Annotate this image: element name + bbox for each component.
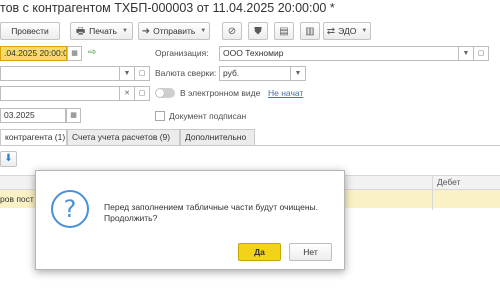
- report-icon: ▤: [279, 25, 289, 37]
- attach-button[interactable]: ⊘: [222, 22, 242, 40]
- period-date-field[interactable]: 03.2025: [0, 108, 66, 123]
- open-icon[interactable]: ▢: [135, 86, 150, 101]
- chevron-down-icon[interactable]: ▼: [120, 66, 135, 81]
- chevron-down-icon: ▼: [361, 28, 368, 34]
- counterparty-field[interactable]: [0, 66, 120, 81]
- send-button[interactable]: ➜ Отправить ▼: [138, 22, 210, 40]
- post-button[interactable]: Провести: [0, 22, 60, 40]
- tab-accounts[interactable]: Счета учета расчетов (9): [67, 129, 180, 145]
- start-link[interactable]: Не начат: [268, 88, 303, 98]
- refresh-date-icon[interactable]: ⇨: [88, 47, 96, 58]
- shield-icon: ⛊: [254, 25, 262, 37]
- org-field[interactable]: ООО Техномир: [219, 46, 459, 61]
- table-row-text: ров пост: [0, 194, 34, 204]
- chevron-down-icon[interactable]: ▼: [459, 46, 474, 61]
- dialog-message: Перед заполнением табличные части будут …: [104, 202, 319, 223]
- clear-icon[interactable]: ✕: [120, 86, 135, 101]
- question-icon: ?: [51, 190, 89, 228]
- debet-column-header[interactable]: Дебет: [437, 177, 461, 187]
- send-icon: ➜: [141, 25, 151, 37]
- calendar-icon[interactable]: ▦: [66, 108, 81, 123]
- move-down-button[interactable]: ⬇: [0, 151, 17, 167]
- tab-additional[interactable]: Дополнительно: [180, 129, 255, 145]
- yes-button[interactable]: Да: [238, 243, 281, 261]
- post-button-label: Провести: [11, 26, 49, 36]
- archive-icon: ▥: [305, 25, 315, 37]
- tab-divider: [0, 145, 500, 146]
- report-button[interactable]: ▤: [274, 22, 294, 40]
- edo-button-label: ЭДО: [338, 26, 357, 36]
- tab-counterparty[interactable]: контрагента (1): [0, 129, 67, 145]
- paperclip-icon: ⊘: [227, 25, 237, 37]
- send-button-label: Отправить: [153, 26, 196, 36]
- org-label: Организация:: [155, 48, 209, 58]
- doc-signed-label: Документ подписан: [169, 111, 247, 121]
- print-button-label: Печать: [89, 26, 117, 36]
- open-icon[interactable]: ▢: [474, 46, 489, 61]
- archive-button[interactable]: ▥: [300, 22, 320, 40]
- no-button[interactable]: Нет: [289, 243, 332, 261]
- shield-button[interactable]: ⛊: [248, 22, 268, 40]
- chevron-down-icon: ▼: [121, 28, 128, 34]
- currency-label: Валюта сверки:: [155, 68, 217, 78]
- column-separator: [432, 175, 433, 210]
- date-field[interactable]: .04.2025 20:00:00: [0, 46, 67, 61]
- edo-icon: ⇄: [326, 25, 336, 37]
- currency-field[interactable]: руб.: [219, 66, 291, 81]
- toggle-knob: [156, 89, 164, 97]
- contract-field[interactable]: [0, 86, 120, 101]
- open-icon[interactable]: ▢: [135, 66, 150, 81]
- printer-icon: 🖶: [75, 25, 86, 37]
- arrow-down-icon: ⬇: [4, 153, 13, 164]
- chevron-down-icon: ▼: [200, 28, 207, 34]
- window-title: тов с контрагентом ТХБП-000003 от 11.04.…: [0, 1, 335, 15]
- calendar-icon[interactable]: ▦: [67, 46, 82, 61]
- doc-signed-checkbox[interactable]: [155, 111, 165, 121]
- chevron-down-icon[interactable]: ▼: [291, 66, 306, 81]
- edo-button[interactable]: ⇄ ЭДО ▼: [323, 22, 371, 40]
- print-button[interactable]: 🖶 Печать ▼: [70, 22, 133, 40]
- electronic-label: В электронном виде: [180, 88, 261, 98]
